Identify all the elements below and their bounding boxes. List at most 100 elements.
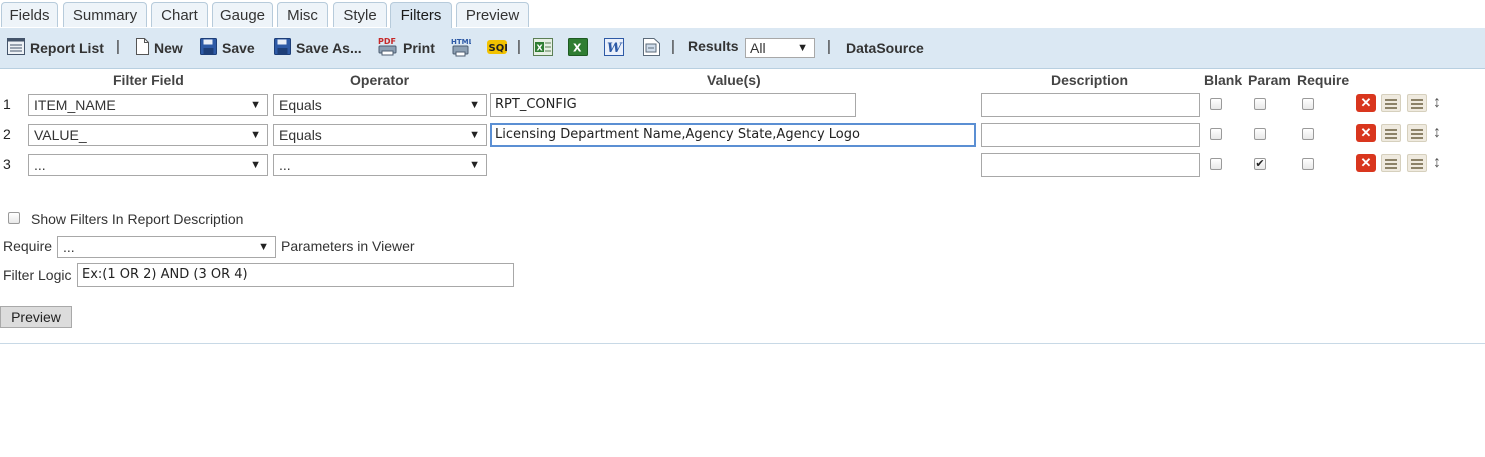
divider — [0, 343, 1485, 344]
delete-icon[interactable]: ✕ — [1356, 124, 1376, 142]
filter-field-select[interactable]: ... ▼ — [28, 154, 268, 176]
preview-button[interactable]: Preview — [0, 306, 72, 328]
description-input[interactable] — [981, 123, 1200, 147]
require-checkbox[interactable] — [1302, 128, 1314, 140]
word-icon: W — [604, 37, 624, 59]
svg-text:SQL: SQL — [489, 43, 508, 54]
require-value: ... — [63, 239, 75, 255]
export-html-button[interactable]: HTML — [451, 28, 474, 68]
row-number: 1 — [3, 96, 11, 112]
chevron-down-icon: ▼ — [797, 42, 808, 54]
tab-style[interactable]: Style — [333, 2, 387, 27]
header-filter-field: Filter Field — [113, 72, 184, 88]
blank-checkbox[interactable] — [1210, 158, 1222, 170]
move-down-icon[interactable] — [1407, 124, 1427, 142]
export-icon — [643, 37, 660, 59]
excel-icon: X — [568, 37, 588, 59]
filter-logic-input[interactable]: Ex:(1 OR 2) AND (3 OR 4) — [77, 263, 514, 287]
operator-select[interactable]: Equals ▼ — [273, 94, 487, 116]
blank-checkbox[interactable] — [1210, 98, 1222, 110]
filter-field-select[interactable]: VALUE_ ▼ — [28, 124, 268, 146]
header-operator: Operator — [350, 72, 410, 88]
toolbar-separator: | — [116, 38, 120, 55]
tab-filters[interactable]: Filters — [390, 2, 452, 28]
move-down-icon[interactable] — [1407, 154, 1427, 172]
save-label: Save — [222, 40, 255, 56]
toolbar-separator: | — [517, 38, 521, 55]
drag-icon[interactable]: ↕ — [1432, 154, 1442, 172]
datasource-button[interactable]: DataSource — [846, 28, 924, 68]
description-input[interactable] — [981, 153, 1200, 177]
filter-field-value: ... — [34, 157, 46, 173]
floppy-icon — [200, 38, 217, 58]
blank-checkbox[interactable] — [1210, 128, 1222, 140]
drag-icon[interactable]: ↕ — [1432, 94, 1442, 112]
filter-field-value: VALUE_ — [34, 127, 87, 143]
svg-text:X: X — [537, 43, 544, 52]
parameters-in-viewer-label: Parameters in Viewer — [281, 238, 415, 254]
param-checkbox[interactable] — [1254, 128, 1266, 140]
param-checkbox[interactable] — [1254, 98, 1266, 110]
require-checkbox[interactable] — [1302, 98, 1314, 110]
svg-text:X: X — [573, 41, 582, 54]
delete-icon[interactable]: ✕ — [1356, 154, 1376, 172]
tab-bar: Fields Summary Chart Gauge Misc Style Fi… — [0, 0, 1485, 29]
show-filters-checkbox[interactable] — [8, 212, 20, 224]
tab-gauge[interactable]: Gauge — [212, 2, 273, 27]
toolbar-separator: | — [827, 38, 831, 55]
move-down-icon[interactable] — [1407, 94, 1427, 112]
sql-button[interactable]: SQL — [487, 28, 511, 68]
operator-value: Equals — [279, 97, 322, 113]
save-button[interactable]: Save — [200, 28, 255, 68]
save-as-button[interactable]: Save As... — [274, 28, 362, 68]
tab-misc[interactable]: Misc — [277, 2, 328, 27]
move-up-icon[interactable] — [1381, 154, 1401, 172]
drag-icon[interactable]: ↕ — [1432, 124, 1442, 142]
require-label: Require — [3, 238, 53, 254]
operator-value: Equals — [279, 127, 322, 143]
export-button[interactable] — [643, 28, 660, 68]
list-icon — [7, 38, 25, 58]
chevron-down-icon: ▼ — [250, 159, 261, 171]
param-checkbox[interactable]: ✔ — [1254, 158, 1266, 170]
report-list-button[interactable]: Report List — [7, 28, 104, 68]
move-up-icon[interactable] — [1381, 94, 1401, 112]
tab-chart[interactable]: Chart — [151, 2, 208, 27]
show-filters-label: Show Filters In Report Description — [31, 211, 244, 227]
header-require: Require — [1297, 72, 1350, 88]
excel-icon: X — [533, 37, 553, 59]
filter-field-value: ITEM_NAME — [34, 97, 116, 113]
print-label: Print — [403, 40, 435, 56]
value-input[interactable]: Licensing Department Name,Agency State,A… — [490, 123, 976, 147]
require-select[interactable]: ... ▼ — [57, 236, 276, 258]
filter-field-select[interactable]: ITEM_NAME ▼ — [28, 94, 268, 116]
results-value: All — [750, 40, 766, 56]
header-blank: Blank — [1204, 72, 1243, 88]
chevron-down-icon: ▼ — [258, 241, 269, 253]
html-icon: HTML — [451, 37, 474, 60]
export-excel-data-button[interactable]: X — [533, 28, 553, 68]
chevron-down-icon: ▼ — [469, 159, 480, 171]
print-button[interactable]: PDF Print — [378, 28, 435, 68]
sql-icon: SQL — [487, 38, 511, 59]
tab-summary[interactable]: Summary — [63, 2, 147, 27]
value-input[interactable]: RPT_CONFIG — [490, 93, 856, 117]
chevron-down-icon: ▼ — [469, 129, 480, 141]
svg-text:PDF: PDF — [378, 37, 396, 46]
row-number: 2 — [3, 126, 11, 142]
svg-text:HTML: HTML — [451, 38, 471, 46]
operator-select[interactable]: Equals ▼ — [273, 124, 487, 146]
tab-fields[interactable]: Fields — [1, 2, 58, 27]
export-word-button[interactable]: W — [604, 28, 624, 68]
delete-icon[interactable]: ✕ — [1356, 94, 1376, 112]
filter-logic-label: Filter Logic — [3, 267, 72, 283]
results-select[interactable]: All ▼ — [745, 38, 815, 58]
tab-preview[interactable]: Preview — [456, 2, 529, 27]
require-checkbox[interactable] — [1302, 158, 1314, 170]
new-label: New — [154, 40, 183, 56]
move-up-icon[interactable] — [1381, 124, 1401, 142]
operator-select[interactable]: ... ▼ — [273, 154, 487, 176]
description-input[interactable] — [981, 93, 1200, 117]
export-excel-button[interactable]: X — [568, 28, 588, 68]
new-button[interactable]: New — [136, 28, 183, 68]
